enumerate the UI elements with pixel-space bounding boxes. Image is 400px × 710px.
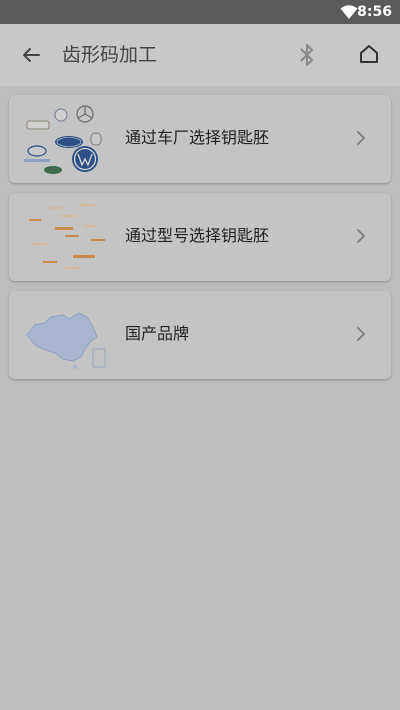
wifi-icon <box>340 5 358 19</box>
menu-item-domestic-brands[interactable]: 国产品牌 <box>9 291 391 379</box>
menu-item-by-model[interactable]: 通过型号选择钥匙胚 <box>9 193 391 281</box>
menu-item-label: 国产品牌 <box>125 324 190 343</box>
key-models-wordcloud-icon <box>29 204 105 269</box>
menu-item-label: 通过车厂选择钥匙胚 <box>125 128 270 147</box>
chevron-right-icon <box>357 131 365 145</box>
app-bar: 齿形码加工 <box>0 24 400 86</box>
menu-item-label: 通过型号选择钥匙胚 <box>125 226 270 245</box>
car-brands-logo-icon <box>24 105 102 174</box>
bluetooth-icon[interactable] <box>296 42 318 68</box>
home-icon[interactable] <box>358 43 380 65</box>
chevron-right-icon <box>357 327 365 341</box>
page-title: 齿形码加工 <box>62 44 158 66</box>
china-map-icon <box>26 312 106 369</box>
status-bar: 8:56 <box>0 0 400 24</box>
chevron-right-icon <box>357 229 365 243</box>
back-arrow-icon[interactable] <box>20 44 42 66</box>
menu-item-by-manufacturer[interactable]: 通过车厂选择钥匙胚 <box>9 95 391 183</box>
status-time: 8:56 <box>357 4 392 20</box>
